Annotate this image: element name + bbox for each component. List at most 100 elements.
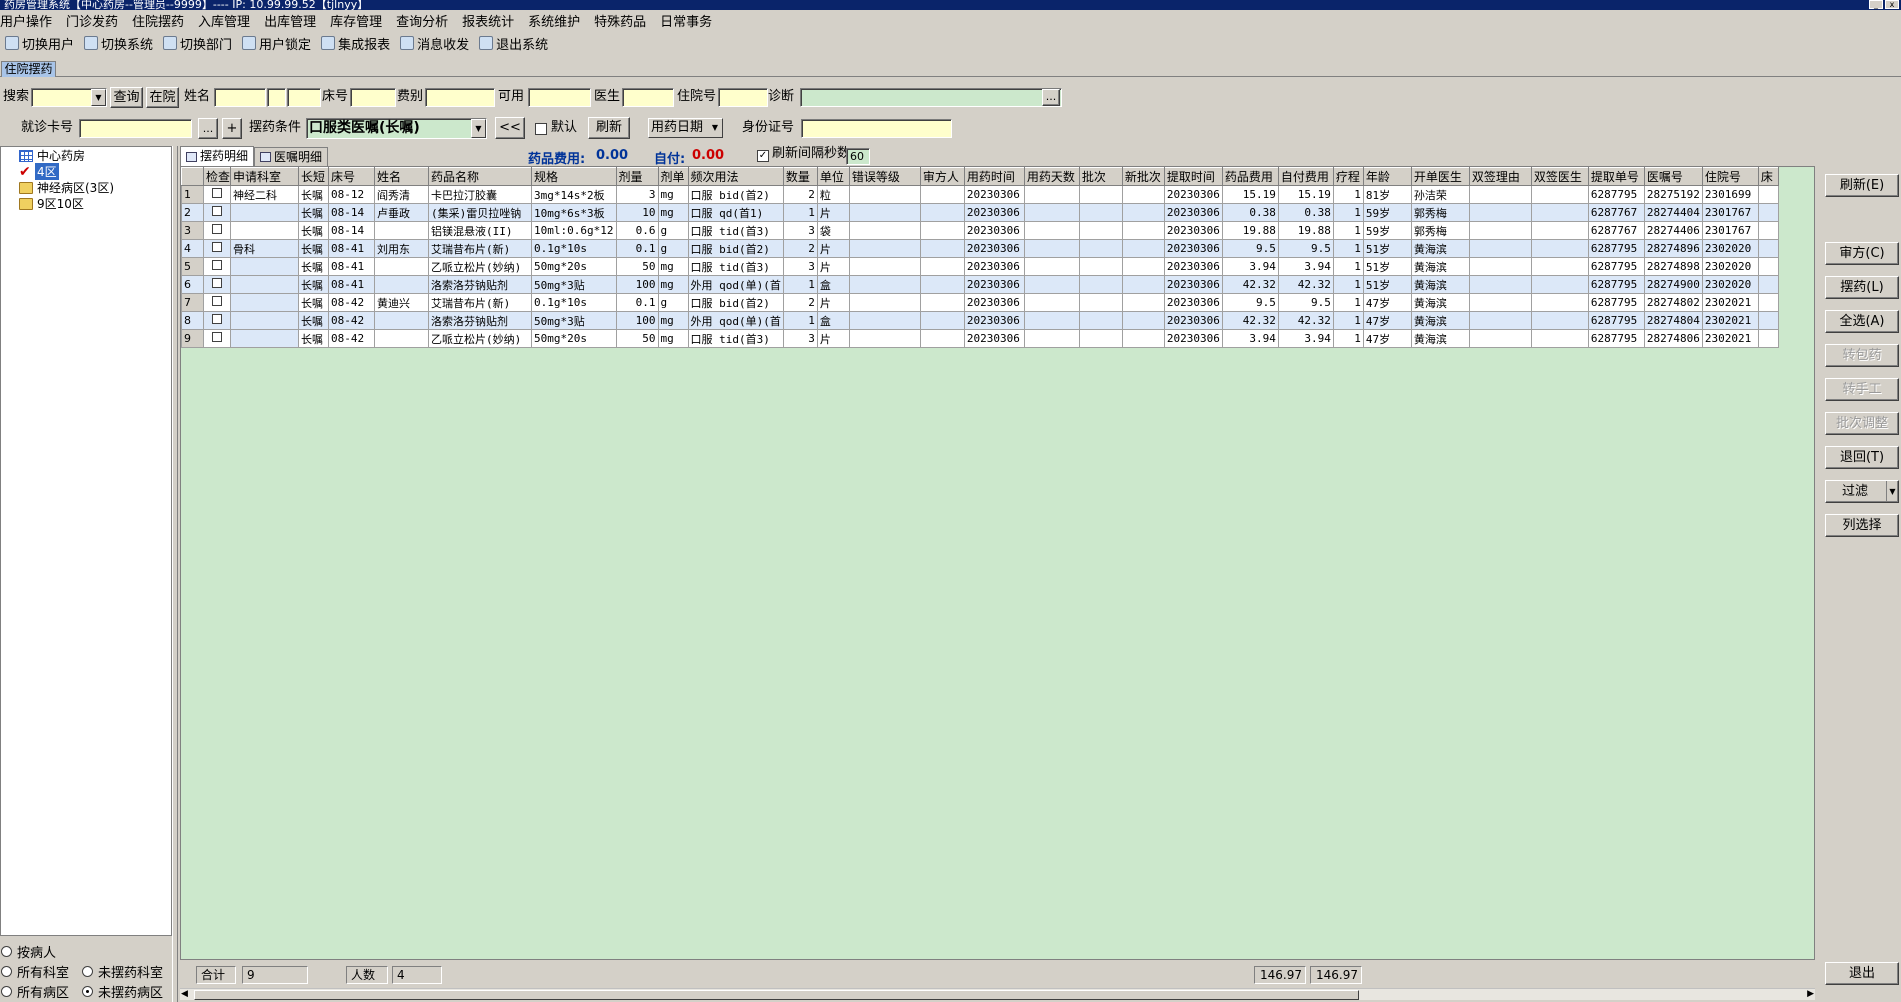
column-header[interactable]: 药品费用 [1221,167,1279,186]
menu-item[interactable]: 住院摆药 [125,11,191,30]
idcard-input[interactable] [801,119,952,138]
card-input[interactable] [79,119,192,138]
column-header[interactable]: 提取单号 [1587,167,1645,186]
table-row[interactable]: 6 长嘱 08-41 洛索洛芬钠贴剂 50mg*3贴 100 mg 外用 qod(单)(首 1 盒… [181,275,1779,294]
column-header[interactable]: 用药天数 [1023,167,1080,186]
tree-item-neuro[interactable]: 神经病区(3区) [19,179,114,196]
date-combo[interactable]: 用药日期 ▼ [648,118,723,138]
check-cell[interactable] [202,239,232,258]
scroll-left-icon[interactable]: ◀ [181,989,188,999]
column-header[interactable]: 新批次 [1121,167,1165,186]
toolbar-button[interactable]: 集成报表 [321,34,390,53]
diag-more-button[interactable]: ... [1042,89,1060,106]
column-header[interactable]: 规格 [531,167,617,186]
search-combo[interactable]: ▼ [31,88,107,107]
menu-item[interactable]: 门诊发药 [59,11,125,30]
column-header[interactable]: 提取时间 [1163,167,1223,186]
query-button[interactable]: 查询 [110,87,143,108]
chevron-down-icon[interactable]: ▼ [471,119,486,138]
row-checkbox[interactable] [212,332,222,342]
column-header[interactable]: 住院号 [1701,167,1759,186]
to-pack-button[interactable]: 转包药 [1825,344,1899,367]
tab-dispense-detail[interactable]: 摆药明细 [180,146,255,166]
menu-item[interactable]: 系统维护 [521,11,587,30]
table-row[interactable]: 2 长嘱 08-14 卢垂政 (集采)雷贝拉唑钠 10mg*6s*3板 10 mg 口服 qd(… [181,203,1779,222]
radio-not-ward[interactable]: 未摆药病区 [82,982,163,1001]
menu-item[interactable]: 出库管理 [257,11,323,30]
tree-item-9-10[interactable]: 9区10区 [19,195,84,212]
batch-adjust-button[interactable]: 批次调整 [1825,412,1899,435]
column-header[interactable]: 用药时间 [963,167,1025,186]
auto-refresh-checkbox[interactable]: ✓ [757,150,769,162]
bed-input[interactable] [350,88,396,107]
select-all-button[interactable]: 全选(A) [1825,310,1899,333]
column-header[interactable]: 频次用法 [687,167,784,186]
menu-item[interactable]: 库存管理 [323,11,389,30]
name-input-2[interactable] [267,88,286,107]
row-checkbox[interactable] [212,260,222,270]
tree-root[interactable]: 中心药房 [19,147,85,164]
card-more-button[interactable]: ... [198,118,218,139]
close-icon[interactable]: x [1885,0,1899,9]
table-row[interactable]: 9 长嘱 08-42 乙哌立松片(妙纳) 50mg*20s 50 mg 口服 tid(首3) 3… [181,329,1779,348]
radio-by-patient[interactable]: 按病人 [1,942,56,961]
column-header[interactable]: 数量 [782,167,818,186]
row-checkbox[interactable] [212,296,222,306]
scroll-thumb[interactable] [194,990,1359,1000]
menu-item[interactable]: 用户操作 [0,11,59,30]
column-header[interactable]: 剂单 [657,167,689,186]
column-header[interactable]: 开单医生 [1410,167,1470,186]
avail-input[interactable] [528,88,591,107]
check-cell[interactable] [202,221,232,240]
dispense-button[interactable]: 摆药(L) [1825,276,1899,299]
column-header[interactable]: 错误等级 [848,167,921,186]
column-header[interactable]: 双签医生 [1530,167,1589,186]
diag-input[interactable] [800,88,1062,107]
table-row[interactable]: 1 神经二科 长嘱 08-12 阎秀清 卡巴拉汀胶囊 3mg*14s*2板 3 mg 口服 bid… [181,185,1779,204]
table-row[interactable]: 5 长嘱 08-41 乙哌立松片(妙纳) 50mg*20s 50 mg 口服 tid(首3) 3… [181,257,1779,276]
check-cell[interactable] [202,257,232,276]
name-input-1[interactable] [214,88,266,107]
check-cell[interactable] [202,293,232,312]
exit-button[interactable]: 退出 [1825,962,1899,985]
column-header[interactable]: 药品名称 [428,167,533,186]
row-checkbox[interactable] [212,206,222,216]
check-cell[interactable] [202,203,232,222]
column-header[interactable]: 年龄 [1362,167,1412,186]
table-row[interactable]: 7 长嘱 08-42 黄迪兴 艾瑞昔布片(新) 0.1g*10s 0.1 g 口服 bid(首2… [181,293,1779,312]
toolbar-button[interactable]: 消息收发 [400,34,469,53]
column-header[interactable]: 疗程 [1332,167,1364,186]
column-header[interactable]: 检查 [202,167,232,186]
column-header[interactable]: 单位 [816,167,850,186]
check-cell[interactable] [202,311,232,330]
radio-all-dept[interactable]: 所有科室 [1,962,69,981]
radio-not-dept[interactable]: 未摆药科室 [82,962,163,981]
column-header[interactable]: 床 [1757,167,1779,186]
prev-button[interactable]: << [495,117,525,139]
chevron-down-icon[interactable]: ▼ [712,119,718,136]
chevron-down-icon[interactable]: ▼ [91,89,106,106]
columns-button[interactable]: 列选择 [1825,514,1899,537]
toolbar-button[interactable]: 切换部门 [163,34,232,53]
column-header[interactable]: 剂量 [615,167,659,186]
card-plus-button[interactable]: + [222,118,242,139]
horizontal-scrollbar[interactable]: ◀ ▶ [180,988,1815,1000]
radio-all-ward[interactable]: 所有病区 [1,982,69,1001]
default-checkbox[interactable] [535,123,547,135]
column-header[interactable]: 自付费用 [1277,167,1334,186]
to-manual-button[interactable]: 转手工 [1825,378,1899,401]
refresh-interval-input[interactable]: 60 [846,148,870,165]
column-header[interactable]: 医嘱号 [1643,167,1703,186]
table-row[interactable]: 4 骨科 长嘱 08-41 刘用东 艾瑞昔布片(新) 0.1g*10s 0.1 g 口服 bid(… [181,239,1779,258]
row-checkbox[interactable] [212,314,222,324]
toolbar-button[interactable]: 退出系统 [479,34,548,53]
filter-button[interactable]: 过滤 ▼ [1825,480,1899,503]
tab-order-detail[interactable]: 医嘱明细 [254,147,329,166]
menu-item[interactable]: 入库管理 [191,11,257,30]
row-checkbox[interactable] [212,278,222,288]
column-header[interactable]: 长短 [298,167,330,186]
doctor-input[interactable] [622,88,674,107]
chevron-down-icon[interactable]: ▼ [1886,481,1898,502]
row-checkbox[interactable] [212,188,222,198]
tree-item-4[interactable]: ✔ 4区 [19,163,59,180]
